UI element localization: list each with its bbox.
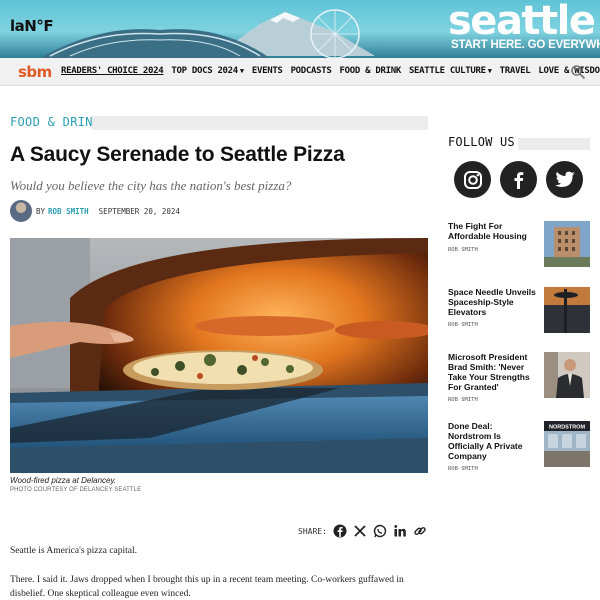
nav-item-label: TRAVEL bbox=[499, 66, 531, 76]
facebook-icon[interactable] bbox=[333, 524, 347, 538]
image-caption: Wood-fired pizza at Delancey. bbox=[10, 476, 117, 485]
share-bar: SHARE: bbox=[298, 524, 433, 538]
author-avatar[interactable] bbox=[10, 200, 32, 222]
nav-item-label: SEATTLE CULTURE bbox=[408, 66, 486, 76]
ferris-wheel-illustration bbox=[310, 9, 360, 58]
site-tagline: START HERE. GO EVERYWHERE bbox=[451, 39, 600, 51]
story-title[interactable]: The Fight For Affordable Housing bbox=[448, 221, 536, 241]
nav-item-label: EVENTS bbox=[251, 66, 283, 76]
nav-item-label: FOOD & DRINK bbox=[339, 66, 402, 76]
nav-item-top-docs[interactable]: TOP DOCS 2024 ▼ bbox=[171, 66, 244, 76]
story-thumbnail[interactable] bbox=[544, 221, 590, 267]
nav-item-podcasts[interactable]: PODCASTS bbox=[291, 66, 332, 76]
partner-logo[interactable]: laN°F bbox=[10, 17, 54, 35]
nav-item-travel[interactable]: TRAVEL bbox=[500, 66, 531, 76]
chevron-down-icon: ▼ bbox=[487, 67, 492, 75]
instagram-icon bbox=[463, 170, 482, 189]
follow-divider bbox=[518, 138, 590, 150]
search-icon[interactable] bbox=[570, 64, 586, 80]
twitter-icon bbox=[554, 171, 575, 187]
story-thumbnail[interactable] bbox=[544, 352, 590, 398]
facebook-icon bbox=[514, 171, 523, 189]
story-title[interactable]: Done Deal: Nordstrom Is Officially A Pri… bbox=[448, 421, 536, 461]
story-author[interactable]: ROB SMITH bbox=[448, 397, 478, 403]
nav-item-readers-choice[interactable]: READERS' CHOICE 2024 bbox=[61, 66, 164, 76]
nav-item-label: READERS' CHOICE 2024 bbox=[61, 66, 164, 76]
byline-by: BY bbox=[36, 206, 46, 216]
byline: BY ROB SMITH SEPTEMBER 20, 2024 bbox=[10, 200, 180, 222]
article-paragraph: There. I said it. Jaws dropped when I br… bbox=[10, 575, 404, 599]
share-label: SHARE: bbox=[298, 526, 327, 536]
sbm-logo[interactable]: sbm bbox=[18, 63, 52, 81]
x-icon[interactable] bbox=[353, 524, 367, 538]
main-nav: sbm READERS' CHOICE 2024 TOP DOCS 2024 ▼ … bbox=[0, 58, 600, 86]
whatsapp-icon[interactable] bbox=[373, 524, 387, 538]
nav-item-events[interactable]: EVENTS bbox=[252, 66, 283, 76]
story-author[interactable]: ROB SMITH bbox=[448, 322, 478, 328]
story-thumbnail[interactable]: NORDSTROM bbox=[544, 421, 590, 467]
sidebar-story[interactable]: The Fight For Affordable Housing ROB SMI… bbox=[448, 221, 590, 269]
chevron-down-icon: ▼ bbox=[239, 67, 244, 75]
article-paragraph: Seattle is America's pizza capital. bbox=[10, 546, 138, 556]
site-title[interactable]: seattle bbox=[448, 0, 596, 44]
story-author[interactable]: ROB SMITH bbox=[448, 466, 478, 472]
linkedin-icon[interactable] bbox=[393, 524, 407, 538]
nav-item-label: TOP DOCS 2024 bbox=[171, 66, 238, 76]
story-title[interactable]: Microsoft President Brad Smith: 'Never T… bbox=[448, 352, 536, 392]
site-banner[interactable]: laN°F seattle START HERE. GO EVERYWHERE bbox=[0, 0, 600, 58]
sidebar-story[interactable]: Microsoft President Brad Smith: 'Never T… bbox=[448, 352, 590, 403]
follow-us-heading: FOLLOW US bbox=[448, 135, 515, 149]
stadium-illustration bbox=[40, 29, 270, 58]
sidebar-story[interactable]: Done Deal: Nordstrom Is Officially A Pri… bbox=[448, 421, 590, 472]
story-thumbnail[interactable] bbox=[544, 287, 590, 333]
sidebar-story[interactable]: Space Needle Unveils Spaceship-Style Ele… bbox=[448, 287, 590, 335]
article-headline: A Saucy Serenade to Seattle Pizza bbox=[10, 143, 345, 166]
twitter-button[interactable] bbox=[546, 161, 583, 198]
category-divider bbox=[92, 116, 428, 130]
nav-item-food-drink[interactable]: FOOD & DRINK bbox=[339, 66, 402, 76]
image-credit: PHOTO COURTESY OF DELANCEY SEATTLE bbox=[10, 487, 142, 493]
publish-date: SEPTEMBER 20, 2024 bbox=[98, 206, 180, 216]
hero-image bbox=[10, 238, 428, 473]
article-dek: Would you believe the city has the natio… bbox=[10, 178, 292, 193]
nordstrom-sign: NORDSTROM bbox=[549, 425, 585, 431]
nav-menu: READERS' CHOICE 2024 TOP DOCS 2024 ▼ EVEN… bbox=[61, 66, 600, 76]
nav-item-seattle-culture[interactable]: SEATTLE CULTURE ▼ bbox=[409, 66, 492, 76]
story-title[interactable]: Space Needle Unveils Spaceship-Style Ele… bbox=[448, 287, 536, 317]
article-category[interactable]: FOOD & DRINK bbox=[10, 115, 100, 129]
story-author[interactable]: ROB SMITH bbox=[448, 247, 478, 253]
nav-item-label: PODCASTS bbox=[290, 66, 332, 76]
facebook-button[interactable] bbox=[500, 161, 537, 198]
link-icon[interactable] bbox=[413, 524, 427, 538]
instagram-button[interactable] bbox=[454, 161, 491, 198]
author-link[interactable]: ROB SMITH bbox=[48, 207, 89, 216]
